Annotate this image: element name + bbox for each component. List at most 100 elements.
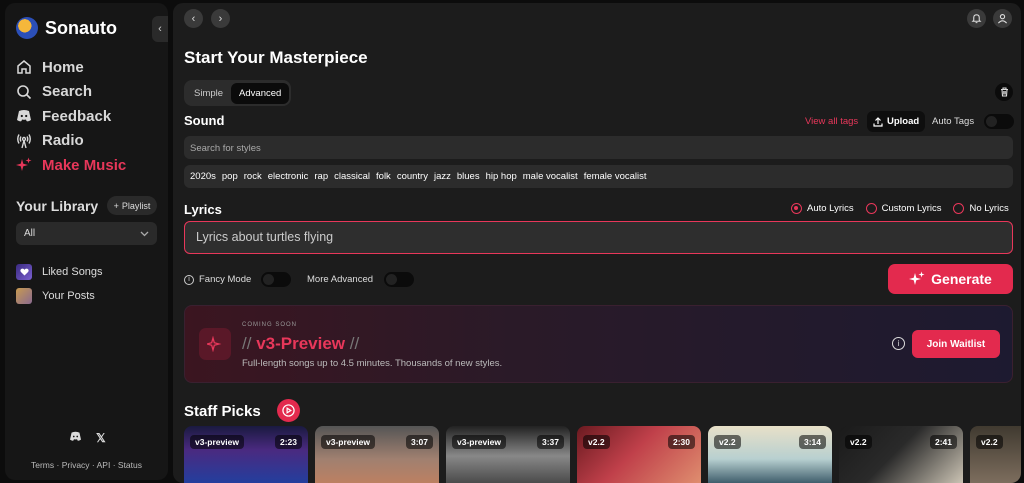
tag-chip[interactable]: hip hop <box>486 171 517 182</box>
info-icon[interactable]: i <box>892 337 905 350</box>
tag-chip[interactable]: male vocalist <box>523 171 578 182</box>
sparkle-icon <box>16 157 32 172</box>
tag-chip[interactable]: 2020s <box>190 171 216 182</box>
chevron-left-icon: ‹ <box>191 12 196 25</box>
sound-label: Sound <box>184 113 225 128</box>
tag-chip[interactable]: electronic <box>268 171 309 182</box>
x-icon[interactable]: 𝕏 <box>96 431 106 445</box>
duration-badge: 2:30 <box>667 435 695 449</box>
tag-chip[interactable]: folk <box>376 171 391 182</box>
library-title: Your Library <box>16 198 99 214</box>
add-playlist-button[interactable]: + Playlist <box>107 196 157 215</box>
clear-button[interactable] <box>995 83 1013 101</box>
bell-icon <box>971 14 982 24</box>
library-filter-select[interactable]: All <box>16 222 157 245</box>
social-links: 𝕏 <box>69 431 106 445</box>
song-card[interactable]: v3-preview 3:07 <box>315 426 439 483</box>
footer-links[interactable]: Terms · Privacy · API · Status <box>5 460 168 470</box>
tab-advanced[interactable]: Advanced <box>231 82 290 104</box>
tag-chip[interactable]: blues <box>457 171 480 182</box>
home-icon <box>17 60 31 74</box>
song-card[interactable]: v2.2 3:14 <box>708 426 832 483</box>
tag-chip[interactable]: pop <box>222 171 238 182</box>
lyrics-option-custom[interactable]: Custom Lyrics <box>865 203 941 214</box>
lyrics-input[interactable]: Lyrics about turtles flying <box>184 221 1013 254</box>
nav-item-feedback[interactable]: Feedback <box>16 104 126 129</box>
song-card[interactable]: v2.2 <box>970 426 1021 483</box>
lyrics-mode-options: Auto Lyrics Custom Lyrics No Lyrics <box>791 203 1009 214</box>
posts-icon <box>16 288 32 304</box>
nav-label: Home <box>42 58 84 76</box>
upload-button[interactable]: Upload <box>867 111 926 132</box>
tag-chip[interactable]: classical <box>334 171 370 182</box>
song-card[interactable]: v2.2 2:41 <box>839 426 963 483</box>
version-badge: v2.2 <box>714 435 741 449</box>
nav-item-radio[interactable]: Radio <box>16 129 126 154</box>
lyrics-option-auto[interactable]: Auto Lyrics <box>791 203 854 214</box>
staff-picks-row: v3-preview 2:23 v3-preview 3:07 v3-preview 3:… <box>184 426 1021 483</box>
tag-chip[interactable]: female vocalist <box>584 171 647 182</box>
version-badge: v3-preview <box>321 435 375 449</box>
duration-badge: 3:07 <box>405 435 433 449</box>
nav-label: Make Music <box>42 156 127 174</box>
promo-slash: // <box>242 334 252 353</box>
tag-chip[interactable]: rap <box>314 171 328 182</box>
option-label: Auto Lyrics <box>807 203 854 214</box>
more-advanced-toggle[interactable] <box>384 272 414 287</box>
radio-selected-icon <box>791 203 802 214</box>
tag-chip[interactable]: country <box>397 171 428 182</box>
play-icon <box>282 404 295 417</box>
fancy-mode-toggle[interactable] <box>261 272 291 287</box>
song-card[interactable]: v3-preview 3:37 <box>446 426 570 483</box>
join-waitlist-button[interactable]: Join Waitlist <box>912 330 1000 358</box>
discord-icon[interactable] <box>69 431 82 442</box>
main-nav: Home Search Feedback Radio Make Music <box>16 55 126 178</box>
chevron-down-icon <box>140 231 149 236</box>
tag-chip[interactable]: jazz <box>434 171 451 182</box>
playlist-label: Playlist <box>121 200 151 211</box>
tag-list: 2020s pop rock electronic rap classical … <box>184 165 1013 188</box>
duration-badge: 2:23 <box>274 435 302 449</box>
song-card[interactable]: v2.2 2:30 <box>577 426 701 483</box>
tab-simple[interactable]: Simple <box>186 83 231 104</box>
nav-item-make-music[interactable]: Make Music <box>16 153 126 178</box>
song-card[interactable]: v3-preview 2:23 <box>184 426 308 483</box>
sidebar: Sonauto Home Search Feedback Radio Make … <box>5 3 168 480</box>
generate-label: Generate <box>931 271 992 287</box>
tag-chip[interactable]: rock <box>244 171 262 182</box>
style-search-input[interactable]: Search for styles <box>184 136 1013 159</box>
notifications-button[interactable] <box>967 9 986 28</box>
plus-icon: + <box>113 200 119 211</box>
version-badge: v3-preview <box>452 435 506 449</box>
library-item-liked-songs[interactable]: Liked Songs <box>16 264 103 280</box>
logo-mark-icon <box>16 17 38 39</box>
view-all-tags-link[interactable]: View all tags <box>805 116 858 127</box>
back-button[interactable]: ‹ <box>184 9 203 28</box>
sparkle-icon <box>909 271 925 285</box>
promo-slash: // <box>349 334 360 353</box>
radio-icon <box>865 203 877 214</box>
nav-item-search[interactable]: Search <box>16 80 126 105</box>
account-button[interactable] <box>993 9 1012 28</box>
fancy-mode-label: i Fancy Mode <box>184 274 251 285</box>
info-icon[interactable]: i <box>184 274 194 285</box>
forward-button[interactable]: › <box>211 9 230 28</box>
radio-icon <box>953 203 965 214</box>
nav-label: Feedback <box>42 107 112 125</box>
library-filter-value: All <box>24 228 36 239</box>
duration-badge: 3:14 <box>798 435 826 449</box>
generate-button[interactable]: Generate <box>888 264 1013 294</box>
promo-title: // v3-Preview // <box>242 334 359 354</box>
nav-item-home[interactable]: Home <box>16 55 126 80</box>
lyrics-option-none[interactable]: No Lyrics <box>953 203 1009 214</box>
library-item-your-posts[interactable]: Your Posts <box>16 288 95 304</box>
chevron-left-icon: ‹ <box>158 23 162 35</box>
auto-tags-label: Auto Tags <box>932 116 975 127</box>
upload-icon <box>873 116 883 127</box>
logo[interactable]: Sonauto <box>16 17 117 39</box>
collapse-sidebar-button[interactable]: ‹ <box>152 16 168 42</box>
user-icon <box>997 14 1008 24</box>
play-staff-picks-button[interactable] <box>277 399 300 422</box>
fancy-mode-text: Fancy Mode <box>199 274 252 285</box>
auto-tags-toggle[interactable] <box>984 114 1014 129</box>
